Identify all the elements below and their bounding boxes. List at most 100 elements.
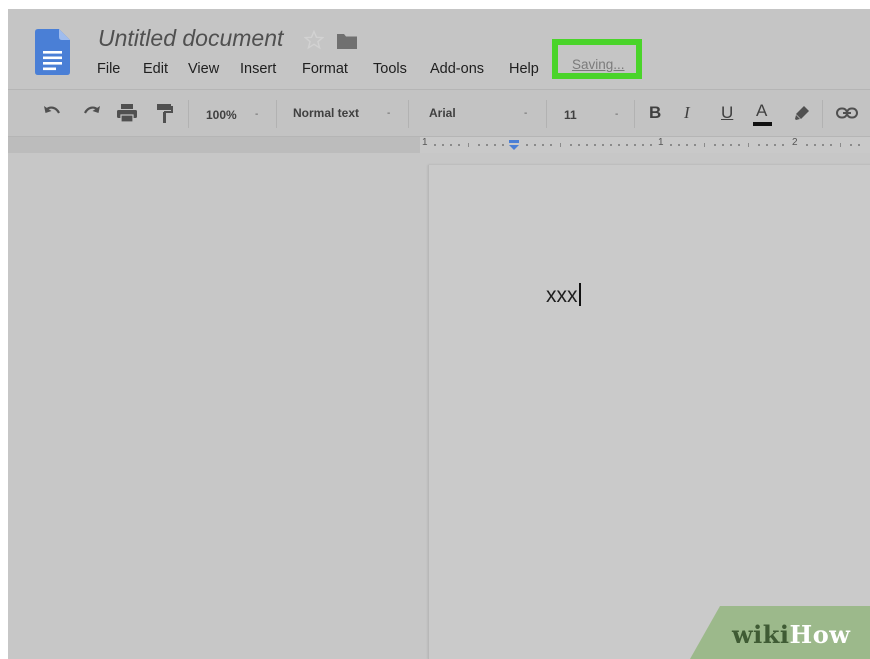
ruler-dot [822,144,824,146]
ruler-dot [722,144,724,146]
underline-button[interactable]: U [721,103,733,123]
toolbar-separator [634,100,635,128]
ruler-dot [730,144,732,146]
text-cursor [578,283,581,306]
wikihow-watermark: wikiHow [690,606,870,659]
toolbar-separator [408,100,409,128]
zoom-caret-icon[interactable]: - [255,109,258,120]
ruler-dot [766,144,768,146]
redo-icon[interactable] [82,104,102,122]
ruler-dot [694,144,696,146]
ruler-dot [830,144,832,146]
watermark-wiki: wiki [732,620,790,649]
toolbar-separator [546,100,547,128]
app-window: Untitled document File Edit View Insert … [8,9,870,659]
menu-file[interactable]: File [97,61,120,77]
document-title[interactable]: Untitled document [98,25,283,52]
ruler-tick [560,143,561,147]
menu-insert[interactable]: Insert [240,61,276,77]
highlight-color-icon[interactable] [793,104,811,122]
ruler-dot [670,144,672,146]
ruler-strip: 1 1 2 [8,137,870,153]
toolbar: 100% - Normal text - Arial - 11 - B I U … [8,89,870,137]
ruler-tick [468,143,469,147]
ruler-dot [758,144,760,146]
undo-icon[interactable] [42,104,62,122]
ruler-dot [450,144,452,146]
print-icon[interactable] [116,103,138,123]
saving-highlight-box: Saving... [552,39,642,79]
ruler-dot [678,144,680,146]
document-body[interactable]: xxx [546,283,581,308]
ruler-dot [578,144,580,146]
ruler-label: 1 [422,137,428,148]
ruler-dot [774,144,776,146]
style-caret-icon[interactable]: - [387,108,390,119]
ruler-label: 1 [658,137,664,148]
italic-button[interactable]: I [684,103,690,123]
font-caret-icon[interactable]: - [524,108,527,119]
ruler-dot [534,144,536,146]
ruler-dot [610,144,612,146]
indent-marker-icon[interactable] [508,140,520,150]
bold-button[interactable]: B [649,103,661,123]
ruler-dot [458,144,460,146]
ruler-dot [626,144,628,146]
menu-edit[interactable]: Edit [143,61,168,77]
folder-icon[interactable] [336,33,358,50]
watermark-text: wikiHow [732,620,850,649]
menu-view[interactable]: View [188,61,219,77]
ruler-dot [586,144,588,146]
menu-add-ons[interactable]: Add-ons [430,61,484,77]
font-select[interactable]: Arial [429,106,456,120]
ruler-label: 2 [792,137,798,148]
ruler-dot [602,144,604,146]
toolbar-separator [188,100,189,128]
menu-format[interactable]: Format [302,61,348,77]
document-page[interactable]: xxx [428,165,870,659]
style-select[interactable]: Normal text [293,106,359,120]
toolbar-separator [822,100,823,128]
ruler-dot [806,144,808,146]
save-status: Saving... [572,57,625,72]
ruler-dot [650,144,652,146]
ruler-dot [434,144,436,146]
ruler-dot [738,144,740,146]
toolbar-separator [276,100,277,128]
ruler-dot [550,144,552,146]
ruler-dot [814,144,816,146]
text-color-bar [753,122,772,126]
ruler-dot [618,144,620,146]
link-icon[interactable] [836,106,858,120]
ruler-dot [442,144,444,146]
ruler-tick [840,143,841,147]
ruler-dot [782,144,784,146]
ruler-dot [634,144,636,146]
text-color-button[interactable]: A [756,101,767,121]
ruler-dot [714,144,716,146]
paint-format-icon[interactable] [156,103,174,125]
menu-tools[interactable]: Tools [373,61,407,77]
ruler-dot [478,144,480,146]
menu-help[interactable]: Help [509,61,539,77]
header: Untitled document File Edit View Insert … [8,9,870,89]
docs-logo-icon[interactable] [35,29,70,75]
ruler-dot [494,144,496,146]
ruler-dot [642,144,644,146]
ruler-dot [526,144,528,146]
ruler-dot [486,144,488,146]
font-size-caret-icon[interactable]: - [615,109,618,120]
ruler-tick [704,143,705,147]
ruler-dot [570,144,572,146]
zoom-select[interactable]: 100% [206,108,237,122]
ruler-dot [858,144,860,146]
ruler-dot [542,144,544,146]
star-icon[interactable] [304,30,324,50]
watermark-how: How [789,620,851,649]
ruler-tick [748,143,749,147]
font-size-select[interactable]: 11 [564,108,577,122]
horizontal-ruler[interactable]: 1 1 2 [420,137,870,153]
document-body-text: xxx [546,284,578,307]
ruler-dot [686,144,688,146]
ruler-dot [850,144,852,146]
